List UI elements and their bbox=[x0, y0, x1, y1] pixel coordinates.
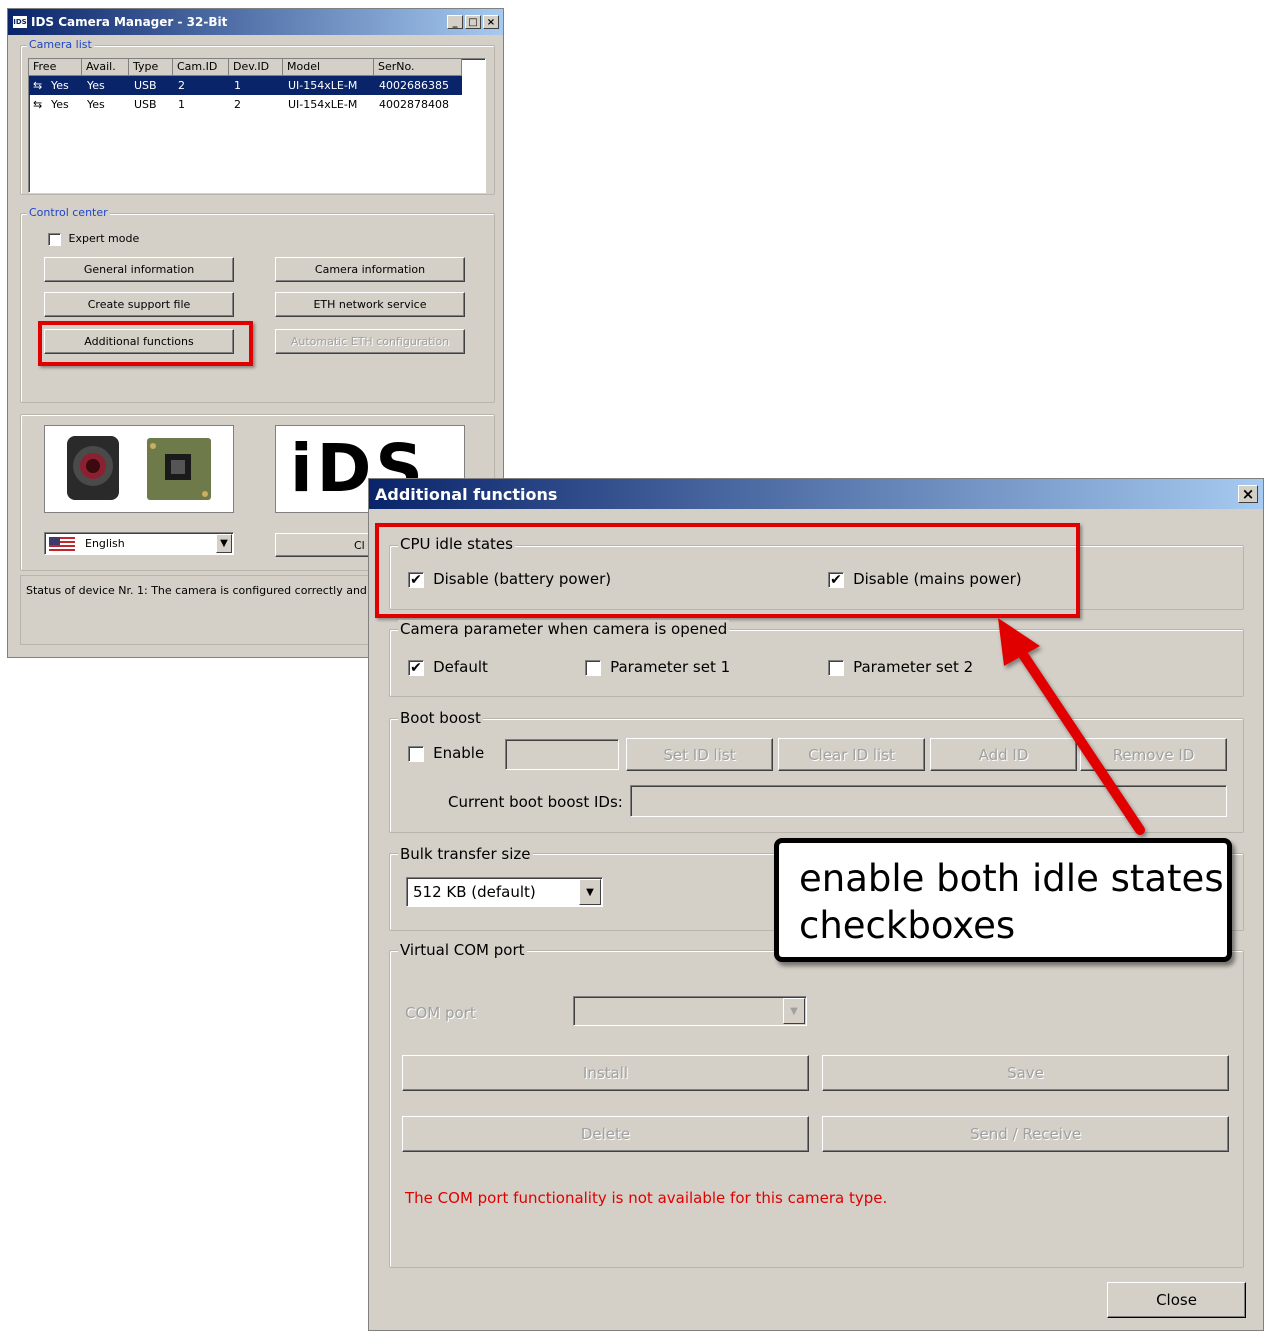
callout-line-2: checkboxes bbox=[799, 904, 1016, 947]
annotation-callout: enable both idle states checkboxes bbox=[774, 838, 1232, 962]
annotation-arrow bbox=[998, 618, 1145, 835]
callout-line-1: enable both idle states bbox=[799, 857, 1224, 900]
